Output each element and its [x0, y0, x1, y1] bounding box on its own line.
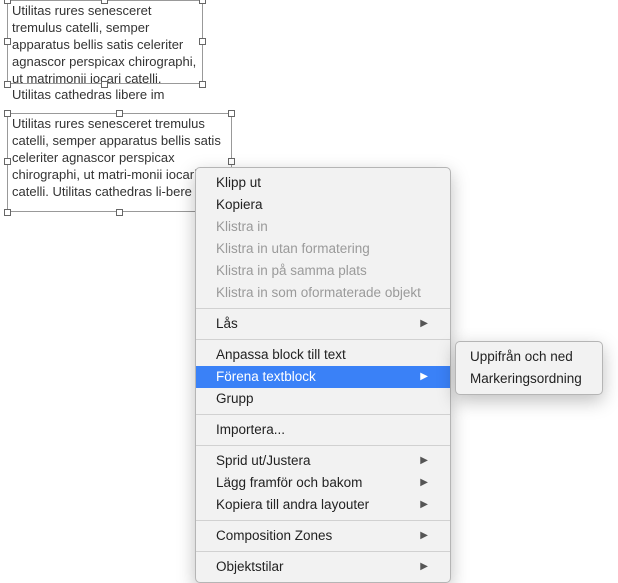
menu-label: Objektstilar: [216, 558, 284, 576]
handle-icon[interactable]: [116, 209, 123, 216]
chevron-right-icon: ▶: [420, 315, 428, 333]
handle-icon[interactable]: [228, 110, 235, 117]
menu-composition-zones[interactable]: Composition Zones ▶: [196, 525, 450, 547]
text-block-b-content: Utilitas rures senesceret tremulus catel…: [12, 116, 221, 199]
handle-icon[interactable]: [4, 158, 11, 165]
menu-arrange[interactable]: Lägg framför och bakom ▶: [196, 472, 450, 494]
menu-separator: [196, 308, 450, 309]
chevron-right-icon: ▶: [420, 474, 428, 492]
menu-spread[interactable]: Sprid ut/Justera ▶: [196, 450, 450, 472]
handle-icon[interactable]: [101, 81, 108, 88]
menu-label: Anpassa block till text: [216, 346, 346, 364]
chevron-right-icon: ▶: [420, 496, 428, 514]
menu-label: Klistra in: [216, 218, 268, 236]
chevron-right-icon: ▶: [420, 527, 428, 545]
menu-copy[interactable]: Kopiera: [196, 194, 450, 216]
menu-merge-textblocks[interactable]: Förena textblock ▶: [196, 366, 450, 388]
handle-icon[interactable]: [228, 158, 235, 165]
submenu-merge-textblocks: Uppifrån och ned Markeringsordning: [455, 341, 603, 395]
menu-paste-in-place: Klistra in på samma plats: [196, 260, 450, 282]
menu-label: Composition Zones: [216, 527, 332, 545]
menu-fit-box[interactable]: Anpassa block till text: [196, 344, 450, 366]
menu-copy-layouts[interactable]: Kopiera till andra layouter ▶: [196, 494, 450, 516]
chevron-right-icon: ▶: [420, 368, 428, 386]
menu-label: Markeringsordning: [470, 370, 582, 388]
menu-label: Kopiera: [216, 196, 263, 214]
handle-icon[interactable]: [199, 38, 206, 45]
menu-label: Lägg framför och bakom: [216, 474, 362, 492]
menu-lock[interactable]: Lås ▶: [196, 313, 450, 335]
handle-icon[interactable]: [4, 110, 11, 117]
menu-paste-unformatted-obj: Klistra in som oformaterade objekt: [196, 282, 450, 304]
menu-label: Kopiera till andra layouter: [216, 496, 369, 514]
handle-icon[interactable]: [199, 0, 206, 4]
menu-label: Klipp ut: [216, 174, 261, 192]
chevron-right-icon: ▶: [420, 558, 428, 576]
menu-label: Förena textblock: [216, 368, 316, 386]
text-block-a[interactable]: Utilitas rures senesceret tremulus catel…: [7, 0, 203, 84]
menu-label: Importera...: [216, 421, 285, 439]
context-menu: Klipp ut Kopiera Klistra in Klistra in u…: [195, 167, 451, 583]
menu-cut[interactable]: Klipp ut: [196, 172, 450, 194]
menu-paste-no-format: Klistra in utan formatering: [196, 238, 450, 260]
menu-object-styles[interactable]: Objektstilar ▶: [196, 556, 450, 578]
menu-label: Klistra in på samma plats: [216, 262, 367, 280]
handle-icon[interactable]: [4, 38, 11, 45]
handle-icon[interactable]: [4, 209, 11, 216]
menu-separator: [196, 414, 450, 415]
submenu-top-down[interactable]: Uppifrån och ned: [456, 346, 602, 368]
menu-separator: [196, 339, 450, 340]
chevron-right-icon: ▶: [420, 452, 428, 470]
menu-group[interactable]: Grupp: [196, 388, 450, 410]
submenu-selection-order[interactable]: Markeringsordning: [456, 368, 602, 390]
menu-separator: [196, 445, 450, 446]
handle-icon[interactable]: [4, 0, 11, 4]
menu-label: Klistra in utan formatering: [216, 240, 370, 258]
menu-label: Klistra in som oformaterade objekt: [216, 284, 421, 302]
menu-label: Sprid ut/Justera: [216, 452, 311, 470]
menu-paste: Klistra in: [196, 216, 450, 238]
menu-label: Grupp: [216, 390, 254, 408]
handle-icon[interactable]: [4, 81, 11, 88]
menu-label: Lås: [216, 315, 238, 333]
handle-icon[interactable]: [116, 110, 123, 117]
menu-import[interactable]: Importera...: [196, 419, 450, 441]
menu-separator: [196, 520, 450, 521]
handle-icon[interactable]: [101, 0, 108, 4]
handle-icon[interactable]: [199, 81, 206, 88]
menu-label: Uppifrån och ned: [470, 348, 573, 366]
